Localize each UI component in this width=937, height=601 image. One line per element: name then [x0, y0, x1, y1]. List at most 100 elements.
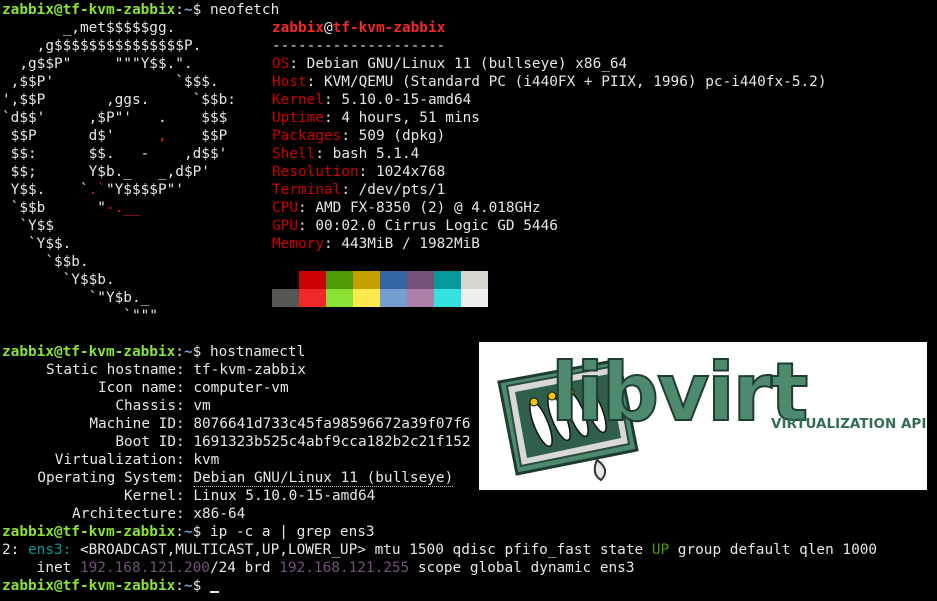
prompt-path: ~ [183, 524, 193, 540]
debian-logo-line: `$$b "-.__ [2, 200, 141, 216]
prompt-user-host: zabbix@tf-kvm-zabbix [2, 578, 176, 594]
prompt-dollar: $ [192, 2, 210, 18]
hostnamectl-row: Static hostname: tf-kvm-zabbix [2, 361, 306, 379]
hostnamectl-row: Chassis: vm [2, 397, 210, 415]
hostnamectl-value: 8076641d733c45fa98596672a39f07f6 [193, 416, 471, 432]
command-text: neofetch [209, 2, 280, 18]
command-text: ip -c a | grep ens3 [209, 524, 375, 540]
ip-inet-address: 192.168.121.200 [79, 560, 210, 576]
palette-swatch [326, 271, 353, 289]
libvirt-tagline: VIRTUALIZATION API [771, 416, 927, 432]
neofetch-at: @ [323, 20, 333, 36]
hostnamectl-row: Machine ID: 8076641d733c45fa98596672a39f… [2, 415, 471, 433]
ip-broadcast-address: 192.168.121.255 [279, 560, 410, 576]
neofetch-row-terminal: Terminal: /dev/pts/1 [272, 181, 445, 199]
palette-swatch [407, 289, 434, 307]
neofetch-value: 443MiB / 1982MiB [341, 236, 480, 252]
debian-logo-line: `Y$$. [2, 236, 72, 252]
prompt-line-hostnamectl: zabbix@tf-kvm-zabbix:~$ hostnamectl [2, 343, 305, 361]
palette-swatch [299, 271, 326, 289]
hostnamectl-colon: : [176, 434, 194, 450]
neofetch-value: 00:02.0 Cirrus Logic GD 5446 [315, 218, 558, 234]
hostnamectl-key: Virtualization [54, 452, 176, 468]
prompt-path: ~ [183, 578, 193, 594]
neofetch-value: Debian GNU/Linux 11 (bullseye) x86_64 [306, 56, 628, 72]
neofetch-row-kernel: Kernel: 5.10.0-15-amd64 [272, 91, 471, 109]
hostnamectl-row: Architecture: x86-64 [2, 505, 245, 523]
ip-state: UP [651, 542, 670, 558]
neofetch-row-packages: Packages: 509 (dpkg) [272, 127, 445, 145]
hostnamectl-key: Architecture [72, 506, 176, 522]
neofetch-row-uptime: Uptime: 4 hours, 51 mins [272, 109, 480, 127]
neofetch-value: 1024x768 [375, 164, 446, 180]
debian-logo-line: ',$$P ,ggs. `$$b: [2, 92, 236, 108]
hostnamectl-key: Static hostname [46, 362, 176, 378]
hostnamectl-value: tf-kvm-zabbix [193, 362, 306, 378]
neofetch-divider: -------------------- [272, 38, 446, 54]
palette-swatch [407, 271, 434, 289]
neofetch-key: Packages [272, 128, 342, 144]
neofetch-colon: : [298, 218, 316, 234]
neofetch-value: 5.10.0-15-amd64 [341, 92, 472, 108]
hostnamectl-key: Boot ID [115, 434, 176, 450]
hostnamectl-value[interactable]: Debian GNU/Linux 11 (bullseye) [193, 470, 454, 487]
prompt-line-neofetch: zabbix@tf-kvm-zabbix:~$ neofetch [2, 1, 279, 19]
neofetch-row-memory: Memory: 443MiB / 1982MiB [272, 235, 480, 253]
neofetch-row-gpu: GPU: 00:02.0 Cirrus Logic GD 5446 [272, 217, 558, 235]
terminal-window[interactable]: { "prompt": { "user_host": "zabbix@tf-kv… [0, 0, 937, 601]
neofetch-row-os: OS: Debian GNU/Linux 11 (bullseye) x86_6… [272, 55, 627, 73]
hostnamectl-colon: : [176, 416, 194, 432]
neofetch-colon: : [289, 56, 307, 72]
prompt-line-current[interactable]: zabbix@tf-kvm-zabbix:~$ [2, 577, 219, 595]
neofetch-key: Kernel [272, 92, 324, 108]
prompt-sep: : [175, 344, 184, 360]
neofetch-key: OS [272, 56, 290, 72]
hostnamectl-row: Boot ID: 1691323b525c4abf9cca182b2c21f15… [2, 433, 470, 451]
palette-swatch [326, 289, 353, 307]
palette-swatch [461, 271, 488, 289]
neofetch-value: bash 5.1.4 [332, 146, 420, 162]
prompt-dollar: $ [192, 578, 210, 594]
hostnamectl-colon: : [176, 470, 194, 486]
neofetch-row-host: Host: KVM/QEMU (Standard PC (i440FX + PI… [272, 73, 827, 91]
neofetch-colon: : [358, 164, 376, 180]
text-cursor [209, 591, 219, 593]
prompt-line-ip: zabbix@tf-kvm-zabbix:~$ ip -c a | grep e… [2, 523, 375, 541]
neofetch-colon: : [341, 128, 359, 144]
neofetch-colon: : [341, 182, 359, 198]
prompt-path: ~ [183, 2, 193, 18]
libvirt-logo: libvirt VIRTUALIZATION API [479, 342, 927, 490]
neofetch-colon: : [315, 146, 333, 162]
neofetch-row-shell: Shell: bash 5.1.4 [272, 145, 419, 163]
hostnamectl-colon: : [176, 452, 194, 468]
hostnamectl-value: x86-64 [193, 506, 246, 522]
command-text: hostnamectl [209, 344, 306, 360]
neofetch-key: CPU [272, 200, 298, 216]
debian-logo-line: Y$$. `.`"Y$$$$P"' [2, 182, 184, 198]
neofetch-key: Terminal [272, 182, 342, 198]
hostnamectl-colon: : [176, 398, 194, 414]
debian-logo-line: `Y$$ [2, 218, 54, 234]
neofetch-key: Shell [272, 146, 316, 162]
neofetch-colon: : [323, 236, 342, 252]
prompt-dollar: $ [192, 344, 210, 360]
neofetch-key: GPU [272, 218, 298, 234]
neofetch-host: tf-kvm-zabbix [332, 20, 446, 36]
palette-swatch [380, 271, 407, 289]
debian-logo-line: `"Y$b._ [2, 290, 150, 306]
hostnamectl-key: Operating System [37, 470, 176, 486]
palette-swatch [353, 289, 380, 307]
prompt-dollar: $ [192, 524, 210, 540]
prompt-path: ~ [183, 344, 193, 360]
neofetch-colon: : [323, 92, 342, 108]
hostnamectl-value: computer-vm [193, 380, 289, 396]
ip-prefix: /24 brd [209, 560, 280, 576]
hostnamectl-row: Virtualization: kvm [2, 451, 220, 469]
ip-rest: group default qlen 1000 [669, 542, 878, 558]
debian-logo-line: `Y$$b. [2, 272, 115, 288]
debian-logo-line: $$: $$. - ,d$$' [2, 146, 228, 162]
hostnamectl-value: kvm [193, 452, 220, 468]
neofetch-title: zabbix@tf-kvm-zabbix [272, 19, 445, 37]
palette-swatch [380, 289, 407, 307]
hostnamectl-colon: : [176, 488, 194, 504]
